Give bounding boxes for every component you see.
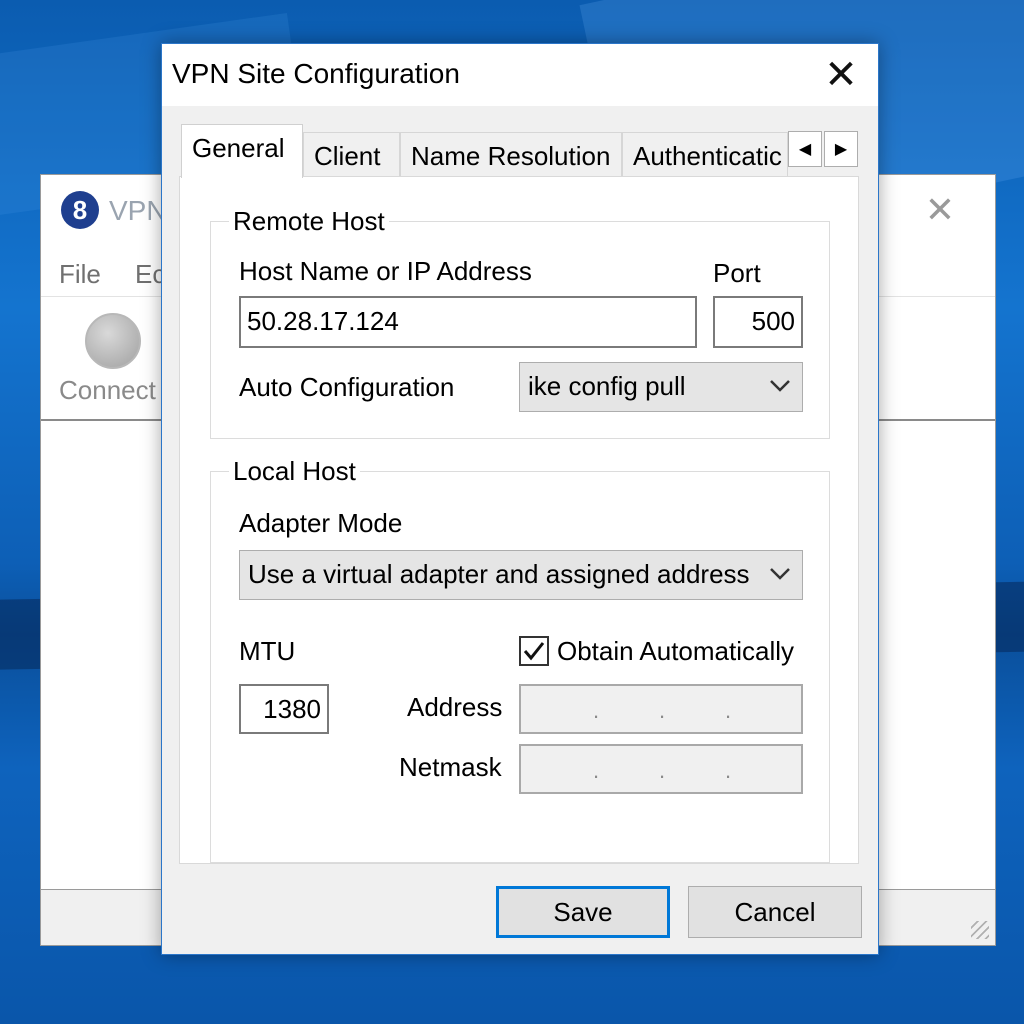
auto-config-value: ike config pull [528, 371, 686, 401]
tab-name-resolution[interactable]: Name Resolution [400, 132, 622, 176]
adapter-mode-value: Use a virtual adapter and assigned addre… [248, 559, 750, 589]
chevron-down-icon [770, 380, 790, 392]
netmask-field: . . . [519, 744, 803, 794]
obtain-automatically-checkbox[interactable] [519, 636, 549, 666]
tab-client[interactable]: Client [303, 132, 400, 176]
vpn-app-icon: 8 [61, 191, 99, 229]
local-host-group: Local Host Adapter Mode Use a virtual ad… [210, 456, 830, 863]
tab-authentication[interactable]: Authenticatic [622, 132, 788, 176]
remote-host-group-label: Remote Host [229, 206, 389, 237]
client-window-title: VPN [109, 195, 167, 226]
host-input[interactable]: 50.28.17.124 [239, 296, 697, 348]
connect-label[interactable]: Connect [59, 375, 156, 406]
vpn-site-configuration-dialog: VPN Site Configuration ✕ General Client … [161, 43, 879, 955]
local-host-group-label: Local Host [229, 456, 360, 487]
mtu-label: MTU [239, 636, 296, 666]
close-icon[interactable]: ✕ [818, 52, 864, 98]
dialog-title-bar[interactable]: VPN Site Configuration ✕ [162, 44, 878, 106]
adapter-mode-label: Adapter Mode [239, 508, 403, 538]
chevron-down-icon [770, 568, 790, 580]
adapter-mode-dropdown[interactable]: Use a virtual adapter and assigned addre… [239, 550, 803, 600]
host-label: Host Name or IP Address [239, 256, 532, 286]
tab-general[interactable]: General [181, 124, 303, 178]
client-close-icon[interactable]: ✕ [925, 189, 955, 231]
tab-scroll-right-icon[interactable]: ▶ [824, 131, 858, 167]
cancel-button[interactable]: Cancel [688, 886, 862, 938]
remote-host-group: Remote Host Host Name or IP Address Port… [210, 206, 830, 439]
netmask-label: Netmask [399, 752, 502, 782]
save-button[interactable]: Save [496, 886, 670, 938]
auto-config-label: Auto Configuration [239, 372, 455, 402]
auto-config-dropdown[interactable]: ike config pull [519, 362, 803, 412]
port-input[interactable]: 500 [713, 296, 803, 348]
general-tab-panel: Remote Host Host Name or IP Address Port… [179, 176, 859, 864]
resize-grip-icon[interactable] [971, 921, 989, 939]
obtain-automatically-label[interactable]: Obtain Automatically [557, 636, 794, 667]
dialog-title: VPN Site Configuration [172, 58, 460, 89]
address-field: . . . [519, 684, 803, 734]
connect-icon[interactable] [85, 313, 141, 369]
port-label: Port [713, 258, 761, 288]
address-label: Address [407, 692, 503, 722]
tab-scroll-left-icon[interactable]: ◀ [788, 131, 822, 167]
mtu-input[interactable]: 1380 [239, 684, 329, 734]
checkmark-icon [523, 642, 545, 661]
menu-file[interactable]: File [59, 259, 101, 290]
